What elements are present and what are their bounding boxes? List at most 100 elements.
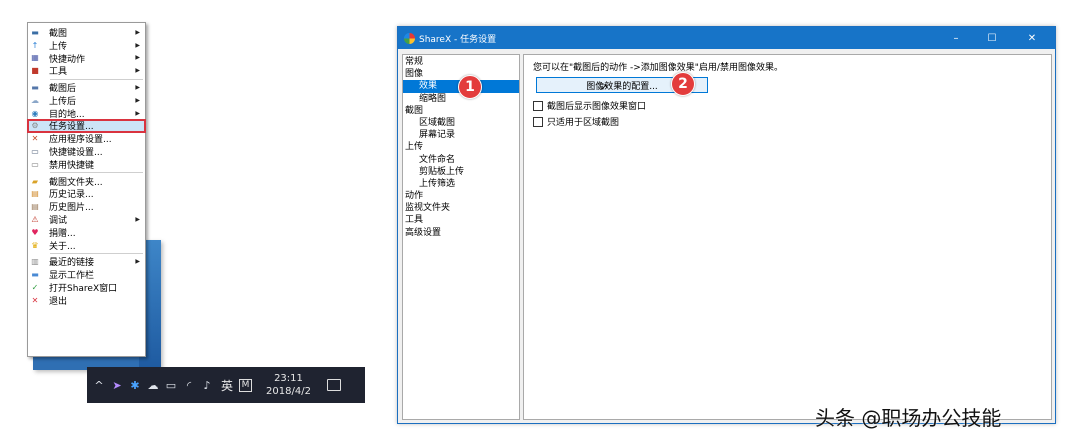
show-effects-window-checkbox[interactable]: 截图后显示图像效果窗口: [533, 99, 646, 112]
region-only-checkbox[interactable]: 只适用于区域截图: [533, 115, 619, 128]
menu-item[interactable]: ↑ 上传 ▶: [28, 39, 145, 52]
task-settings-window: ShareX - 任务设置 – ☐ ✕ 常规 图像 效果 缩略图 截图 区域截图 屏幕记录上…: [397, 26, 1056, 424]
battery-icon[interactable]: ▭: [165, 378, 177, 392]
nav-item[interactable]: 上传: [403, 141, 519, 153]
checkbox-box[interactable]: [533, 100, 543, 111]
chevron-up-icon[interactable]: ^: [93, 378, 105, 392]
crown-icon: ♛: [31, 240, 39, 250]
nav-item[interactable]: 文件命名: [403, 154, 519, 166]
maximize-button[interactable]: ☐: [975, 27, 1009, 49]
menu-item-label: 目的地...: [49, 109, 85, 120]
menu-item[interactable]: ☁ 上传后 ▶: [28, 94, 145, 107]
menu-item[interactable]: ✕ 退出: [28, 294, 145, 307]
watermark: 头条 @职场办公技能: [815, 406, 1002, 430]
menu-item[interactable]: ♛ 关于...: [28, 239, 145, 252]
notification-center-icon[interactable]: [326, 379, 341, 391]
checkbox-box[interactable]: [533, 116, 543, 127]
menu-item-label: 工具: [49, 67, 68, 78]
nav-item[interactable]: 屏幕记录: [403, 129, 519, 141]
menu-item-label: 禁用快捷键: [49, 160, 95, 171]
menu-item-label: 历史记录...: [49, 190, 94, 201]
menu-item[interactable]: ✕ 应用程序设置...: [28, 132, 145, 145]
taskbar-icon: ▬: [31, 270, 39, 280]
menu-separator: [50, 78, 143, 80]
upload-arrow-icon: ↑: [31, 40, 39, 50]
bluetooth-icon[interactable]: ✱: [129, 378, 141, 392]
clock[interactable]: 23:11 2018/4/2: [266, 372, 311, 398]
menu-item-label: 历史图片...: [49, 203, 94, 214]
mouse-cursor-icon: ➚: [600, 82, 609, 93]
menu-item-label: 任务设置...: [49, 122, 94, 133]
menu-item-label: 截图: [49, 28, 68, 39]
nav-item[interactable]: 动作: [403, 190, 519, 202]
folder-icon: ▰: [31, 176, 39, 186]
menu-item-label: 快捷键设置...: [49, 148, 103, 159]
nav-item[interactable]: 剪贴板上传: [403, 166, 519, 178]
menu-item[interactable]: ▬ 显示工作栏: [28, 268, 145, 281]
wrench-icon: ✕: [31, 134, 39, 144]
menu-item-label: 捐赠...: [49, 228, 76, 239]
menu-item[interactable]: ⚠ 调试 ▶: [28, 213, 145, 226]
image-after-icon: ▬: [31, 83, 39, 93]
nav-item[interactable]: 常规: [403, 56, 519, 68]
menu-item[interactable]: ⚙ 任务设置...: [27, 118, 146, 134]
heart-icon: ♥: [31, 227, 39, 237]
menu-item-label: 显示工作栏: [49, 271, 95, 282]
ime-mode-indicator[interactable]: M: [239, 378, 253, 392]
volume-icon[interactable]: ♪: [201, 378, 213, 392]
nav-item[interactable]: 工具: [403, 214, 519, 226]
history-icon: ▤: [31, 189, 39, 199]
globe-icon: ◉: [31, 108, 39, 118]
nav-item[interactable]: 高级设置: [403, 227, 519, 239]
menu-item-label: 最近的链接: [49, 258, 95, 269]
menu-item[interactable]: ▰ 截图文件夹...: [28, 175, 145, 188]
menu-item[interactable]: ▤ 历史图片...: [28, 200, 145, 213]
clipboard-icon: ▥: [31, 257, 39, 267]
submenu-arrow-icon: ▶: [135, 28, 140, 36]
menu-item-label: 上传后: [49, 96, 77, 107]
minimize-button[interactable]: –: [939, 27, 973, 49]
tray-context-menu: ▬ 截图 ▶ ↑ 上传 ▶ ▦ 快捷动作 ▶ ■ 工具 ▶ ▬ 截图后 ▶ ☁ 上传后 ▶ ◉ 目的地... ▶ ⚙ 任务设…: [27, 22, 146, 357]
effects-panel: 您可以在"截图后的动作 ->添加图像效果"启用/禁用图像效果。 图像效果的配置.…: [523, 54, 1052, 420]
menu-item[interactable]: ▭ 快捷键设置...: [28, 145, 145, 158]
menu-item[interactable]: ✓ 打开ShareX窗口: [28, 281, 145, 294]
effects-hint: 您可以在"截图后的动作 ->添加图像效果"启用/禁用图像效果。: [533, 63, 783, 73]
cloud-icon[interactable]: ☁: [147, 378, 159, 392]
menu-item-label: 截图后: [49, 84, 77, 95]
keyboard-icon: ▭: [31, 147, 39, 157]
taskbar: ^ ➤ ✱ ☁ ▭ ◜ ♪ 英 M 23:11 2018/4/2: [87, 367, 365, 403]
menu-item[interactable]: ▥ 最近的链接 ▶: [28, 256, 145, 269]
menu-item[interactable]: ▬ 截图后 ▶: [28, 81, 145, 94]
check-icon: ✓: [31, 283, 39, 293]
menu-item-label: 上传: [49, 41, 68, 52]
nav-item[interactable]: 区域截图: [403, 117, 519, 129]
submenu-arrow-icon: ▶: [135, 216, 140, 224]
nav-item[interactable]: 上传筛选: [403, 178, 519, 190]
exit-icon: ✕: [31, 295, 39, 305]
menu-item[interactable]: ▤ 历史记录...: [28, 188, 145, 201]
sharex-logo-icon: [404, 32, 415, 44]
cursor-app-icon[interactable]: ➤: [111, 378, 123, 392]
submenu-arrow-icon: ▶: [135, 84, 140, 92]
screen-icon: ▬: [31, 27, 39, 37]
toolbox-icon: ■: [31, 66, 39, 76]
title-bar[interactable]: ShareX - 任务设置 – ☐ ✕: [398, 27, 1055, 49]
menu-item[interactable]: ▭ 禁用快捷键: [28, 158, 145, 171]
menu-item[interactable]: ▬ 截图 ▶: [28, 26, 145, 39]
nav-item[interactable]: 监视文件夹: [403, 202, 519, 214]
image-history-icon: ▤: [31, 202, 39, 212]
menu-item-label: 调试: [49, 216, 68, 227]
menu-item[interactable]: ▦ 快捷动作 ▶: [28, 52, 145, 64]
menu-item[interactable]: ♥ 捐赠...: [28, 226, 145, 239]
close-button[interactable]: ✕: [1015, 27, 1049, 49]
nav-item[interactable]: 截图: [403, 105, 519, 117]
menu-item[interactable]: ■ 工具 ▶: [28, 64, 145, 77]
menu-item[interactable]: ◉ 目的地... ▶: [28, 107, 145, 120]
checkbox-label: 截图后显示图像效果窗口: [547, 102, 647, 112]
ime-indicator[interactable]: 英: [221, 377, 233, 394]
grid-icon: ▦: [31, 53, 39, 63]
wifi-icon[interactable]: ◜: [183, 378, 195, 392]
bug-icon: ⚠: [31, 215, 39, 225]
menu-item-label: 截图文件夹...: [49, 177, 103, 188]
clock-date: 2018/4/2: [266, 386, 311, 397]
